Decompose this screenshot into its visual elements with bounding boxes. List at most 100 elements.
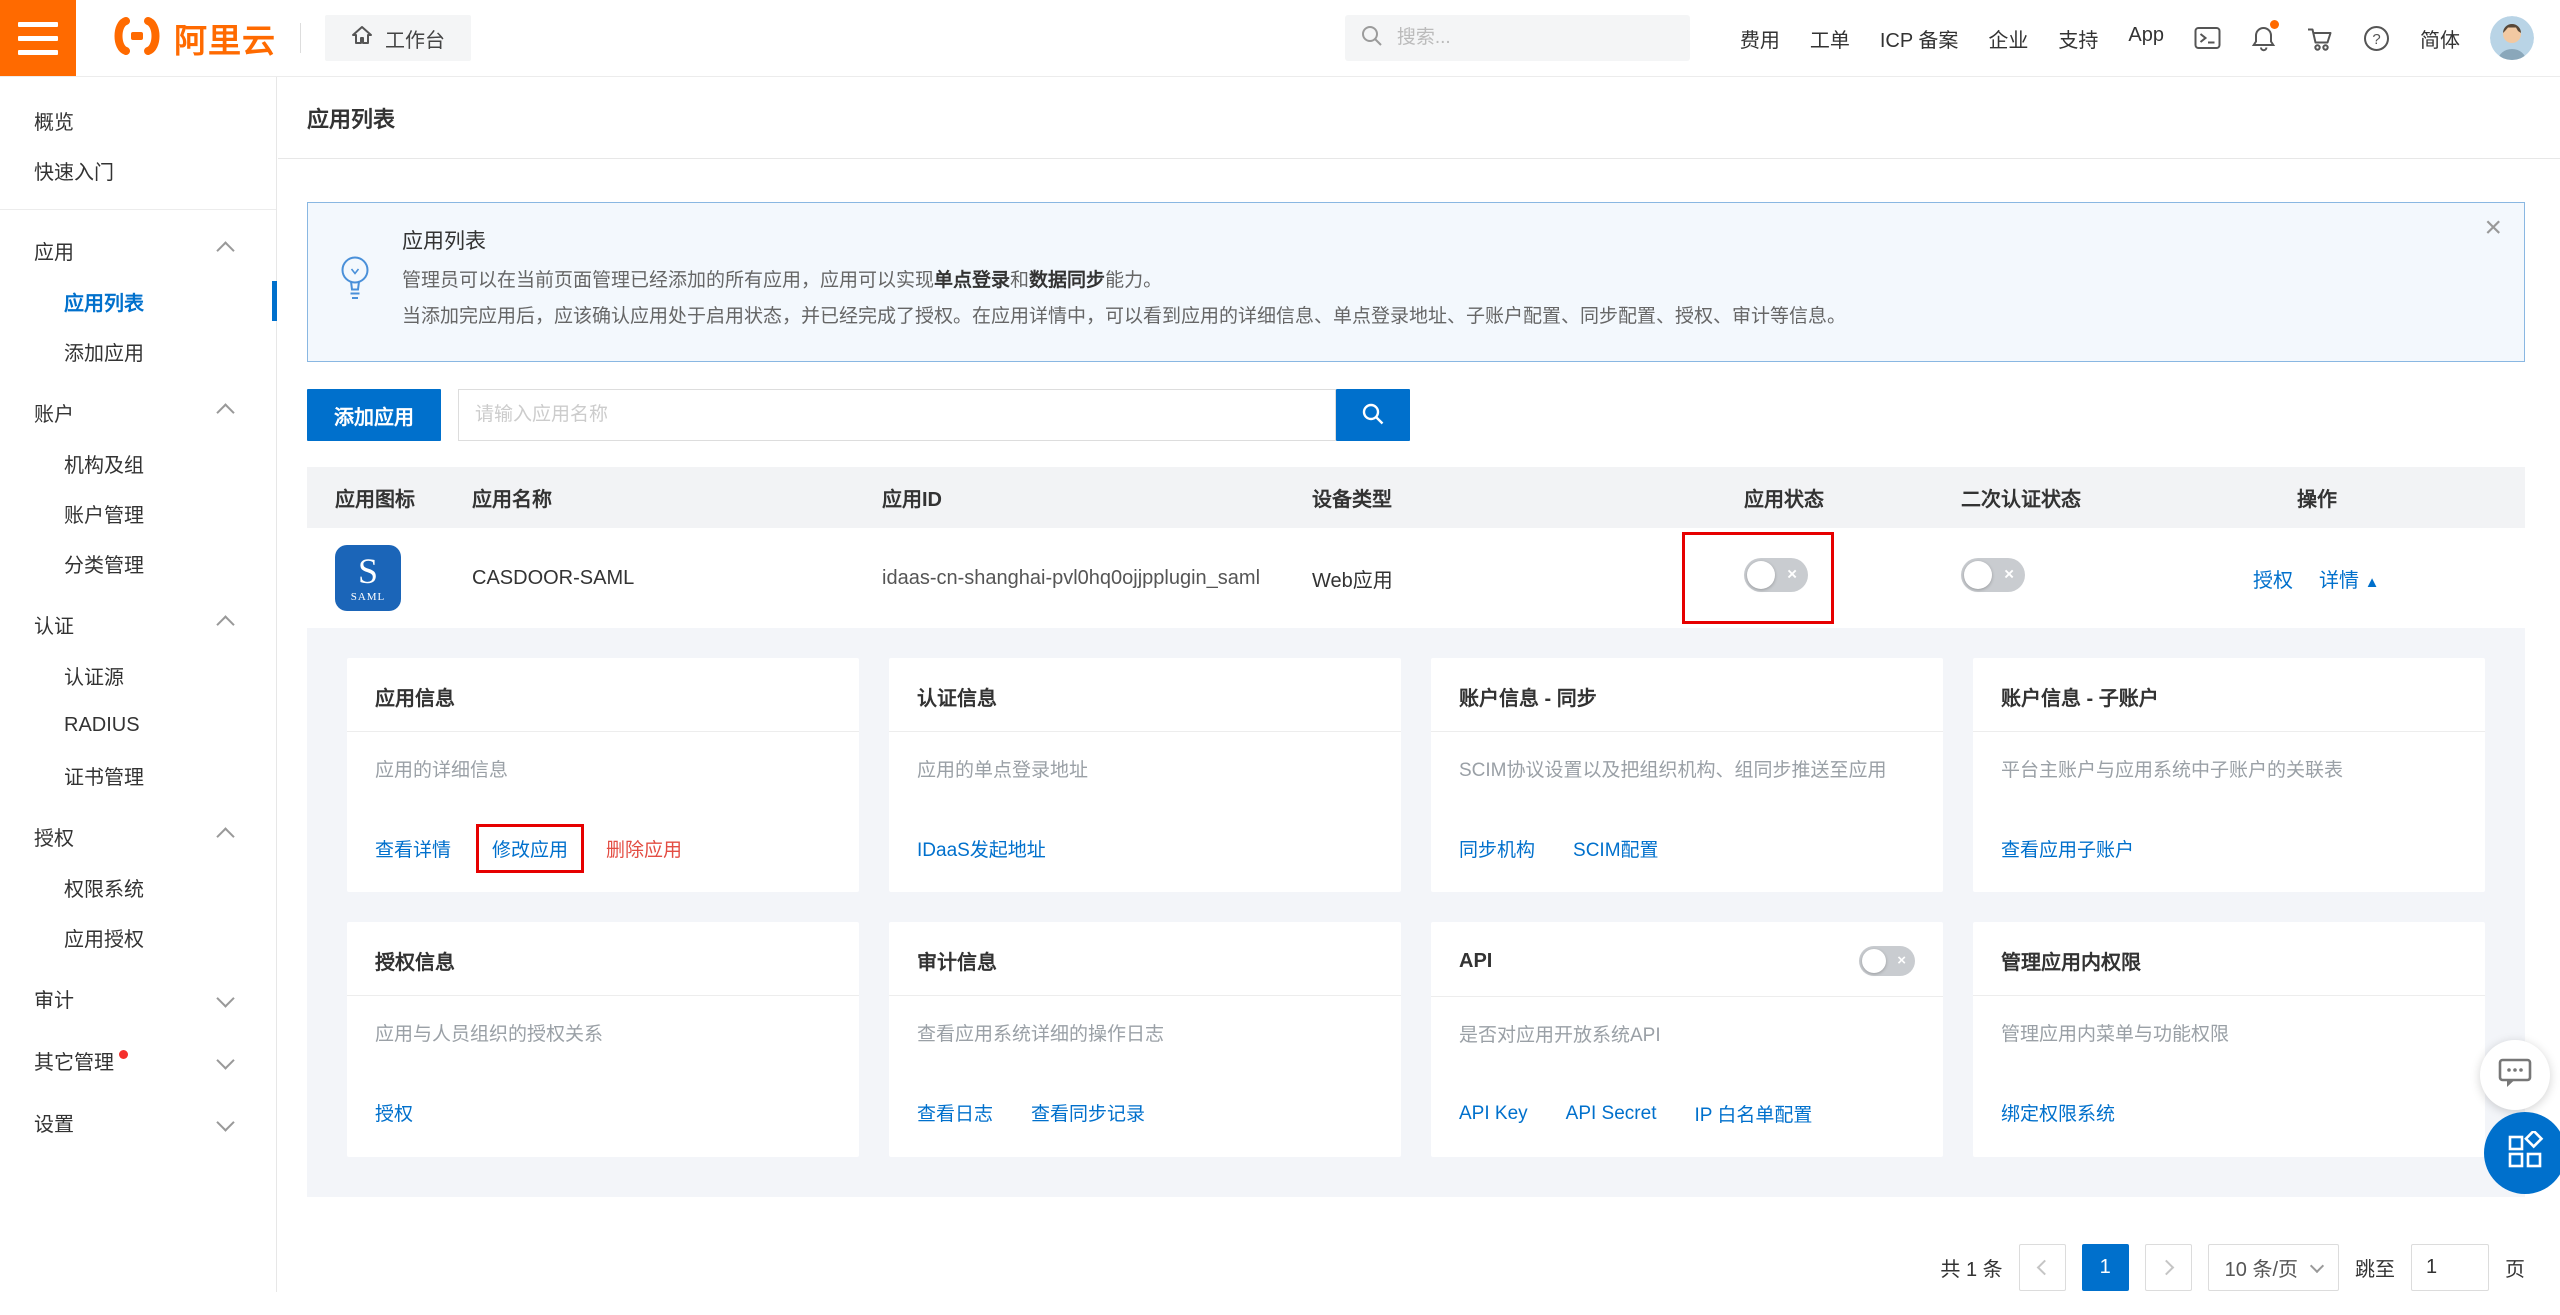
- workbench-button[interactable]: 工作台: [325, 15, 471, 61]
- authorize-link[interactable]: 授权: [2253, 564, 2293, 593]
- ip-whitelist-link[interactable]: IP 白名单配置: [1694, 1100, 1812, 1127]
- sync-org-link[interactable]: 同步机构: [1459, 835, 1535, 862]
- sidebar-group-label: 认证: [34, 610, 74, 639]
- sidebar-group-label-wrap: 其它管理: [34, 1046, 128, 1075]
- jump-page-input[interactable]: [2411, 1244, 2489, 1291]
- current-page-button[interactable]: 1: [2082, 1244, 2129, 1291]
- authorize-card-link[interactable]: 授权: [375, 1099, 413, 1126]
- add-app-button[interactable]: 添加应用: [307, 389, 441, 441]
- banner-text: 能力。: [1105, 270, 1162, 291]
- notification-bell-icon[interactable]: [2251, 25, 2276, 52]
- sidebar-item-app-authorization[interactable]: 应用授权: [0, 912, 276, 962]
- banner-text: 管理员可以在当前页面管理已经添加的所有应用，应用可以实现: [402, 270, 934, 291]
- language-switcher[interactable]: 简体: [2420, 24, 2460, 53]
- nav-enterprise[interactable]: 企业: [1988, 24, 2028, 53]
- close-icon[interactable]: ×: [2484, 213, 2502, 243]
- nav-billing[interactable]: 费用: [1740, 24, 1780, 53]
- page-size-select[interactable]: 10 条/页: [2208, 1244, 2339, 1291]
- logo-text: 阿里云: [174, 14, 276, 62]
- chevron-up-icon: [216, 827, 234, 845]
- bind-permission-system-link[interactable]: 绑定权限系统: [2001, 1099, 2115, 1126]
- sidebar-item-overview[interactable]: 概览: [0, 95, 276, 145]
- sidebar-item-permission-system[interactable]: 权限系统: [0, 862, 276, 912]
- hamburger-menu-button[interactable]: [0, 0, 76, 76]
- app-search-input[interactable]: [458, 389, 1336, 441]
- app-icon-caption: SAML: [351, 592, 386, 603]
- sidebar-group-settings[interactable]: 设置: [0, 1096, 276, 1148]
- header-divider: [300, 23, 301, 53]
- quick-apps-button[interactable]: [2484, 1112, 2560, 1194]
- banner-bold-sso: 单点登录: [934, 270, 1010, 291]
- sidebar-item-auth-source[interactable]: 认证源: [0, 650, 276, 700]
- console-icon[interactable]: [2194, 26, 2221, 51]
- feedback-chat-button[interactable]: [2480, 1040, 2550, 1110]
- sidebar-item-quickstart[interactable]: 快速入门: [0, 145, 276, 195]
- cart-icon[interactable]: [2306, 25, 2333, 52]
- alibaba-cloud-logo[interactable]: 阿里云: [110, 14, 276, 62]
- sidebar-divider: [0, 209, 276, 210]
- sidebar-group-authentication[interactable]: 认证: [0, 598, 276, 650]
- toggle-off-icon: ×: [2004, 565, 2014, 585]
- api-secret-link[interactable]: API Secret: [1566, 1103, 1657, 1125]
- chevron-up-icon: [216, 403, 234, 421]
- card-title: 应用信息: [375, 682, 455, 711]
- workbench-label: 工作台: [385, 24, 445, 53]
- sidebar-group-authorization[interactable]: 授权: [0, 810, 276, 862]
- api-key-link[interactable]: API Key: [1459, 1103, 1528, 1125]
- sidebar-item-account-mgmt[interactable]: 账户管理: [0, 488, 276, 538]
- sidebar-item-radius[interactable]: RADIUS: [0, 700, 276, 750]
- apps-grid-icon: [2505, 1131, 2545, 1176]
- view-sub-account-link[interactable]: 查看应用子账户: [2001, 835, 2134, 862]
- app-status-toggle[interactable]: ×: [1744, 558, 1808, 592]
- sidebar-group-other-mgmt[interactable]: 其它管理: [0, 1034, 276, 1086]
- page-title: 应用列表: [278, 77, 2560, 159]
- banner-text: 和: [1010, 270, 1029, 291]
- mfa-status-toggle[interactable]: ×: [1961, 558, 2025, 592]
- sidebar-item-add-app[interactable]: 添加应用: [0, 326, 276, 376]
- prev-page-button[interactable]: [2019, 1244, 2066, 1291]
- sidebar-group-audit[interactable]: 审计: [0, 972, 276, 1024]
- sidebar-group-label: 设置: [34, 1108, 74, 1137]
- detail-link-label: 详情: [2319, 570, 2359, 592]
- card-title: 认证信息: [917, 682, 997, 711]
- global-search-input[interactable]: [1395, 26, 1674, 50]
- view-log-link[interactable]: 查看日志: [917, 1099, 993, 1126]
- global-search[interactable]: [1345, 15, 1690, 61]
- saml-app-icon: S SAML: [335, 545, 401, 611]
- idaas-sso-url-link[interactable]: IDaaS发起地址: [917, 835, 1046, 862]
- cell-actions: 授权 详情 ▲: [2253, 564, 2525, 593]
- header-app-icon: 应用图标: [307, 483, 472, 512]
- toggle-knob: [1964, 561, 1992, 589]
- sidebar-group-account[interactable]: 账户: [0, 386, 276, 438]
- delete-app-link[interactable]: 删除应用: [606, 835, 682, 862]
- api-toggle[interactable]: ×: [1859, 946, 1915, 976]
- chevron-left-icon: [2036, 1260, 2052, 1276]
- sidebar-group-application[interactable]: 应用: [0, 224, 276, 276]
- nav-support[interactable]: 支持: [2058, 24, 2098, 53]
- detail-link[interactable]: 详情 ▲: [2319, 564, 2379, 593]
- sidebar-item-cert-mgmt[interactable]: 证书管理: [0, 750, 276, 800]
- nav-icp[interactable]: ICP 备案: [1880, 24, 1959, 53]
- header-app-status: 应用状态: [1724, 483, 1953, 512]
- sidebar-item-category-mgmt[interactable]: 分类管理: [0, 538, 276, 588]
- sidebar-item-org-groups[interactable]: 机构及组: [0, 438, 276, 488]
- avatar[interactable]: [2490, 16, 2534, 60]
- edit-app-link[interactable]: 修改应用: [492, 840, 568, 861]
- sidebar-item-app-list[interactable]: 应用列表: [0, 276, 276, 326]
- nav-tickets[interactable]: 工单: [1810, 24, 1850, 53]
- card-api: API × 是否对应用开放系统API API Key API Secret IP…: [1431, 922, 1943, 1157]
- sidebar: 概览 快速入门 应用 应用列表 添加应用 账户 机构及组 账户管理 分类管理 认…: [0, 77, 277, 1292]
- toolbar: 添加应用: [307, 389, 2525, 441]
- scim-config-link[interactable]: SCIM配置: [1573, 835, 1659, 862]
- card-desc: 应用的详细信息: [347, 732, 859, 815]
- view-detail-link[interactable]: 查看详情: [375, 835, 451, 862]
- cell-app-status: ×: [1724, 558, 1953, 598]
- banner-title: 应用列表: [402, 225, 1846, 255]
- view-sync-record-link[interactable]: 查看同步记录: [1031, 1099, 1145, 1126]
- next-page-button[interactable]: [2145, 1244, 2192, 1291]
- help-icon[interactable]: ?: [2363, 25, 2390, 52]
- cell-app-id: idaas-cn-shanghai-pvl0hq0ojjpplugin_saml: [882, 567, 1312, 590]
- nav-app[interactable]: App: [2128, 24, 2164, 53]
- app-search-button[interactable]: [1336, 389, 1410, 441]
- sidebar-group-label: 其它管理: [34, 1052, 114, 1074]
